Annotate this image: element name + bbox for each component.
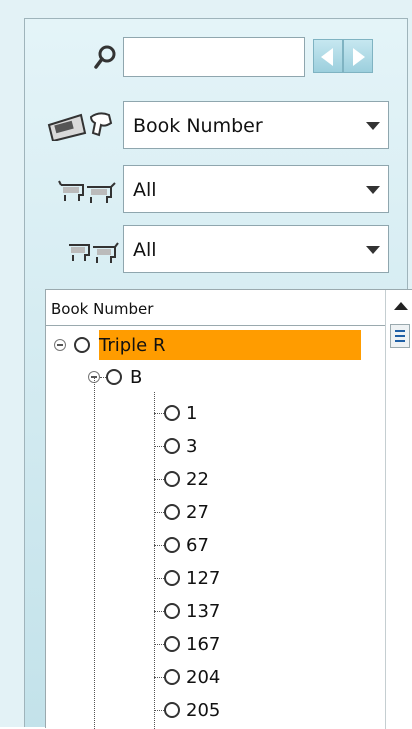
next-icon <box>353 48 365 66</box>
chevron-down-icon <box>366 246 380 254</box>
group-row: All <box>25 165 409 213</box>
radio-icon[interactable] <box>164 669 180 685</box>
list-item[interactable]: 1 <box>154 398 197 428</box>
list-item[interactable]: 205 <box>154 695 220 725</box>
list-item[interactable]: 3 <box>154 431 197 461</box>
book-number-tag-icon <box>47 111 115 145</box>
status-select[interactable]: All <box>123 225 389 273</box>
filter-panel: Book Number All All Book Number Triple R… <box>24 18 412 729</box>
list-item[interactable]: 27 <box>154 497 209 527</box>
list-item[interactable]: 167 <box>154 629 220 659</box>
radio-icon[interactable] <box>74 337 90 353</box>
prev-icon <box>321 48 333 66</box>
sort-by-value: Book Number <box>133 115 263 137</box>
chevron-down-icon <box>366 122 380 130</box>
cow-group-icon <box>67 237 119 267</box>
list-item[interactable]: 67 <box>154 530 209 560</box>
sort-by-select[interactable]: Book Number <box>123 101 389 149</box>
radio-icon[interactable] <box>164 702 180 718</box>
sort-up-icon[interactable] <box>394 302 408 310</box>
list-item[interactable]: 204 <box>154 662 220 692</box>
tree-node-child[interactable]: B <box>46 362 386 392</box>
group-value: All <box>133 179 157 201</box>
window-background: Book Number All All Book Number Triple R… <box>0 0 412 729</box>
radio-icon[interactable] <box>164 570 180 586</box>
tree-node-label: B <box>130 366 143 388</box>
sort-row: Book Number <box>25 101 409 149</box>
radio-icon[interactable] <box>164 504 180 520</box>
tree-header[interactable]: Book Number <box>46 290 412 326</box>
radio-icon[interactable] <box>106 369 122 385</box>
tree-node-label: Triple R <box>99 334 166 356</box>
vertical-scrollbar[interactable] <box>385 290 412 729</box>
next-button[interactable] <box>343 39 373 73</box>
cow-herd-icon <box>57 177 117 207</box>
list-item[interactable]: 137 <box>154 596 220 626</box>
radio-icon[interactable] <box>164 537 180 553</box>
tree-header-label: Book Number <box>51 300 154 318</box>
search-input[interactable] <box>123 37 305 77</box>
radio-icon[interactable] <box>164 636 180 652</box>
scroll-thumb[interactable] <box>390 324 410 348</box>
book-tree: Book Number Triple R B 1 3 22 27 67 127 … <box>45 289 412 729</box>
radio-icon[interactable] <box>164 438 180 454</box>
tree-connector <box>94 376 95 729</box>
list-item[interactable]: 127 <box>154 563 220 593</box>
search-row <box>25 37 409 81</box>
search-icon <box>93 43 119 75</box>
radio-icon[interactable] <box>164 405 180 421</box>
collapse-icon[interactable] <box>54 339 66 351</box>
radio-icon[interactable] <box>164 471 180 487</box>
tree-node-root[interactable]: Triple R <box>46 330 386 360</box>
group-select[interactable]: All <box>123 165 389 213</box>
status-row: All <box>25 225 409 273</box>
chevron-down-icon <box>366 186 380 194</box>
status-value: All <box>133 239 157 261</box>
prev-button[interactable] <box>313 39 343 73</box>
radio-icon[interactable] <box>164 603 180 619</box>
list-item[interactable]: 22 <box>154 464 209 494</box>
